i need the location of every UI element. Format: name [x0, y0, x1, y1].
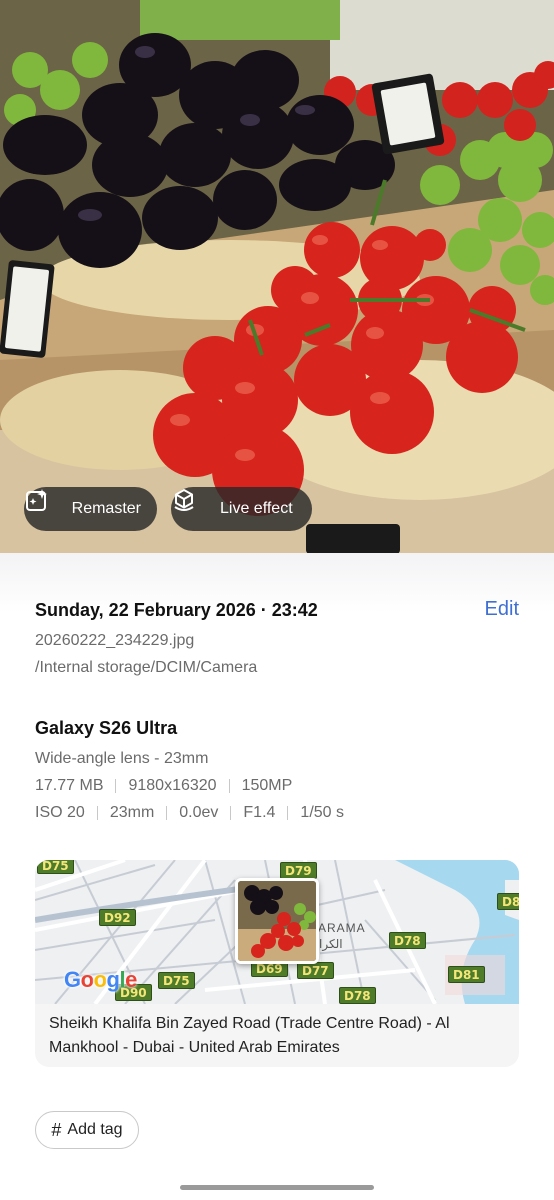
live-effect-label: Live effect: [220, 500, 293, 517]
aperture: F1.4: [243, 804, 276, 821]
road-label: D78: [339, 987, 376, 1004]
road-label: D79: [280, 862, 317, 879]
divider: [230, 806, 232, 820]
file-path: /Internal storage/DCIM/Camera: [35, 659, 258, 676]
shutter-speed: 1/50 s: [300, 804, 345, 821]
divider: [96, 806, 98, 820]
road-label: D85: [497, 893, 519, 910]
focal-length: 23mm: [109, 804, 155, 821]
live-effect-cube-icon: [174, 489, 211, 522]
remaster-label: Remaster: [71, 500, 141, 517]
file-size: 17.77 MB: [35, 777, 104, 794]
divider: [287, 806, 289, 820]
device-name: Galaxy S26 Ultra: [35, 718, 178, 738]
home-indicator[interactable]: [180, 1185, 374, 1190]
road-label: D92: [99, 909, 136, 926]
file-name: 20260222_234229.jpg: [35, 632, 195, 649]
divider: [115, 779, 117, 793]
remaster-button[interactable]: Remaster: [24, 487, 157, 531]
megapixels: 150MP: [241, 777, 293, 794]
add-tag-label: Add tag: [67, 1121, 123, 1138]
date-time: Sunday, 22 February 2026 · 23:42: [35, 600, 318, 620]
location-card[interactable]: D75 D79 D92 D78 D85 D81 D75 D77 D78 D90 …: [35, 860, 519, 1067]
add-tag-button[interactable]: # Add tag: [35, 1111, 139, 1149]
area-label-arabic: الكرا: [319, 937, 343, 951]
file-specs: 17.77 MB 9180x16320 150MP: [35, 777, 292, 795]
lens-info: Wide-angle lens - 23mm: [35, 750, 209, 767]
divider: [166, 806, 168, 820]
hash-icon: #: [51, 1119, 62, 1140]
road-label: D81: [448, 966, 485, 983]
camera-specs: ISO 20 23mm 0.0ev F1.4 1/50 s: [35, 804, 344, 822]
road-label: D77: [297, 962, 334, 979]
details-panel: Sunday, 22 February 2026 · 23:42 Edit 20…: [0, 553, 554, 1200]
iso: ISO 20: [35, 804, 85, 821]
divider: [228, 779, 230, 793]
edit-button[interactable]: Edit: [485, 598, 519, 621]
photo-image: [0, 0, 554, 553]
location-address: Sheikh Khalifa Bin Zayed Road (Trade Cen…: [49, 1015, 450, 1056]
area-label: ARAMA: [318, 921, 366, 935]
road-label: D75: [37, 860, 74, 874]
location-map[interactable]: D75 D79 D92 D78 D85 D81 D75 D77 D78 D90 …: [35, 860, 519, 1004]
road-label: D78: [389, 932, 426, 949]
photo-viewer[interactable]: Remaster Live effect: [0, 0, 554, 553]
remaster-sparkle-icon: [26, 489, 63, 522]
google-logo: Google: [64, 967, 137, 992]
resolution: 9180x16320: [128, 777, 217, 794]
photo-location-thumbnail[interactable]: [235, 878, 319, 964]
live-effect-button[interactable]: Live effect: [171, 487, 312, 531]
road-label: D75: [158, 972, 195, 989]
exposure-value: 0.0ev: [179, 804, 219, 821]
